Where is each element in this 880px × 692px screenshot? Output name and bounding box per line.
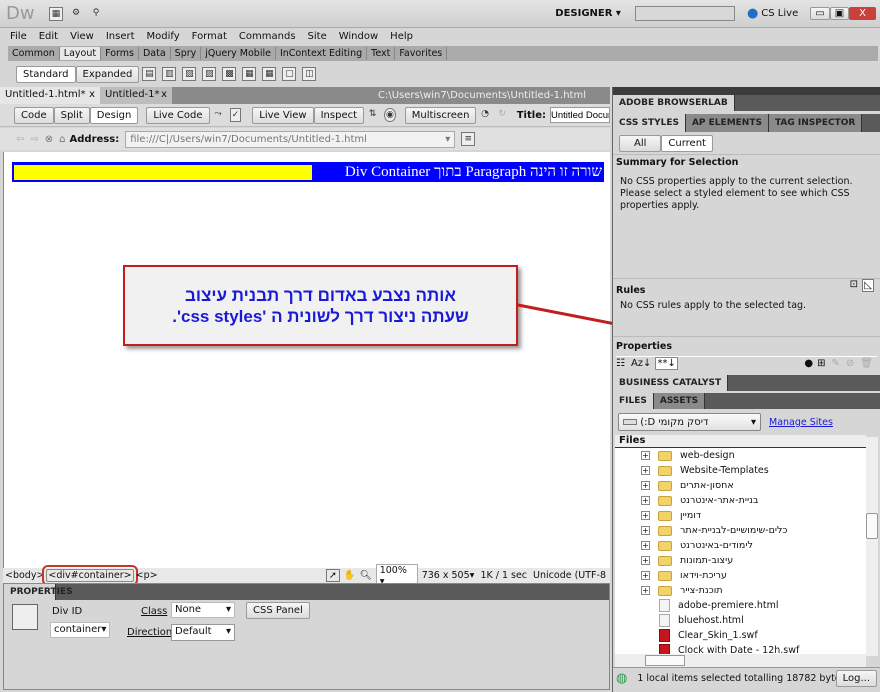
folder-item[interactable]: + Website-Templates [615,463,866,478]
folder-item[interactable]: + דומיין [615,508,866,523]
folder-item[interactable]: + תוכנת-צייר [615,583,866,598]
expand-icon[interactable]: + [641,571,650,580]
folder-icon [658,465,672,476]
new-css-rule-icon[interactable]: ⊞ [817,358,825,369]
css-properties-section: Properties ☷ Az↓ **↓ ● ⊞ ✎ ⊘ 🗑︎ [613,336,880,372]
status-text: 1 local items selected totalling 18782 b… [637,673,836,684]
file-item[interactable]: adobe-premiere.html [615,598,866,613]
expand-icon[interactable]: + [641,541,650,550]
current-button[interactable]: Current [661,134,713,152]
tag-body[interactable]: <body> [5,570,44,581]
expand-icon[interactable]: + [641,451,650,460]
expand-icon[interactable]: + [641,466,650,475]
tag-selector-bar: <body> <div#container> <p> ➚ ✋ 🔍︎ 100% ▾… [3,563,610,588]
tab-ap-elements[interactable]: AP ELEMENTS [685,114,769,132]
disable-icon[interactable]: ⊘ [846,358,854,369]
folder-item[interactable]: + בניית-אתר-אינטרנט [615,493,866,508]
folder-icon [658,450,672,461]
file-item[interactable]: Clock with Date - 12h.swf [615,643,866,654]
summary-text: No CSS properties apply to the current s… [620,176,853,211]
site-select[interactable]: דיסק מקומי D:) ▾ [618,413,761,431]
folder-icon [658,540,672,551]
folder-item[interactable]: + כלים-שימושיים-לבניית-אתר [615,523,866,538]
direction-label: Direction [127,627,173,638]
horizontal-scrollbar[interactable] [615,654,866,667]
expand-icon[interactable]: + [641,511,650,520]
folder-item[interactable]: + אחסון-אתרים [615,478,866,493]
tab-tag-inspector[interactable]: TAG INSPECTOR [768,114,863,132]
class-select[interactable]: None ▾ [171,602,235,618]
css-panel-button[interactable]: CSS Panel [246,602,310,619]
direction-select[interactable]: Default ▾ [171,624,235,641]
select-tool-icon[interactable]: ➚ [325,569,340,582]
download-time: 1K / 1 sec [480,570,528,581]
set-properties-icon[interactable]: **↓ [655,357,678,370]
category-view-icon[interactable]: ☷ [616,358,625,369]
delete-icon[interactable]: 🗑︎ [860,358,873,369]
class-label: Class [141,606,168,617]
properties-title: Properties [616,341,672,352]
tag-div-container[interactable]: <div#container> [42,565,138,586]
files-header[interactable]: Files [615,435,866,448]
folder-item[interactable]: + עריכת-וידאו [615,568,866,583]
site-status-icon: ◍ [616,671,628,686]
expand-icon[interactable]: + [641,526,650,535]
vertical-scrollbar[interactable] [866,437,878,656]
html-file-icon [659,614,670,627]
expand-icon[interactable]: + [641,481,650,490]
rules-view-icon[interactable]: ◺ [862,279,874,292]
expand-icon[interactable]: + [641,586,650,595]
folder-item[interactable]: + web-design [615,448,866,463]
all-button[interactable]: All [619,134,662,152]
log-button[interactable]: Log... [835,670,877,687]
folder-icon [658,525,672,536]
folder-icon [658,495,672,506]
right-panels: ADOBE BROWSERLAB CSS STYLES AP ELEMENTS TA… [612,87,880,692]
tab-assets[interactable]: ASSETS [653,393,706,409]
folder-item[interactable]: + לימודים-באינטרנט [615,538,866,553]
rules-section: Rules No CSS rules apply to the selected… [613,278,880,336]
tab-css-styles[interactable]: CSS STYLES [613,114,686,132]
folder-item[interactable]: + עיצוב-תמונות [615,553,866,568]
summary-section: Summary for Selection No CSS properties … [613,154,880,278]
expand-icon[interactable]: + [641,496,650,505]
folder-icon [658,555,672,566]
about-view-icon[interactable]: ⊡ [850,279,858,290]
files-status-bar: ◍ 1 local items selected totalling 18782… [613,667,880,689]
encoding: Unicode (UTF-8 [533,570,606,581]
summary-title: Summary for Selection [616,157,739,168]
alpha-view-icon[interactable]: Az↓ [631,358,651,369]
div-element-icon [12,604,38,630]
folder-icon [658,480,672,491]
div-id-label: Div ID [52,606,83,617]
tag-p[interactable]: <p> [136,570,158,581]
file-tree: + web-design + Website-Templates + אחסון-את… [615,448,866,654]
tab-adobe-browserlab[interactable]: ADOBE BROWSERLAB [613,95,735,111]
expand-icon[interactable]: + [641,556,650,565]
window-size[interactable]: 736 x 505▾ [422,570,475,581]
folder-icon [658,510,672,521]
hand-tool-icon[interactable]: ✋ [344,570,356,581]
attach-stylesheet-icon[interactable]: ● [804,358,813,369]
rules-text: No CSS rules apply to the selected tag. [620,300,807,311]
folder-icon [658,570,672,581]
tab-business-catalyst[interactable]: BUSINESS CATALYST [613,375,729,391]
swf-file-icon [659,629,670,642]
rules-title: Rules [616,285,646,296]
file-item[interactable]: Clear_Skin_1.swf [615,628,866,643]
tab-files[interactable]: FILES [613,393,654,409]
properties-panel: PROPERTIES Div ID container ▾ Class None ▾… [3,583,610,690]
folder-icon [658,585,672,596]
manage-sites-link[interactable]: Manage Sites [769,417,833,428]
drive-icon [623,418,637,425]
swf-file-icon [659,644,670,654]
edit-rule-icon[interactable]: ✎ [832,358,840,369]
zoom-tool-icon[interactable]: 🔍︎ [360,570,372,581]
properties-tab[interactable]: PROPERTIES [4,584,73,600]
html-file-icon [659,599,670,612]
div-id-select[interactable]: container ▾ [50,622,110,638]
file-item[interactable]: bluehost.html [615,613,866,628]
